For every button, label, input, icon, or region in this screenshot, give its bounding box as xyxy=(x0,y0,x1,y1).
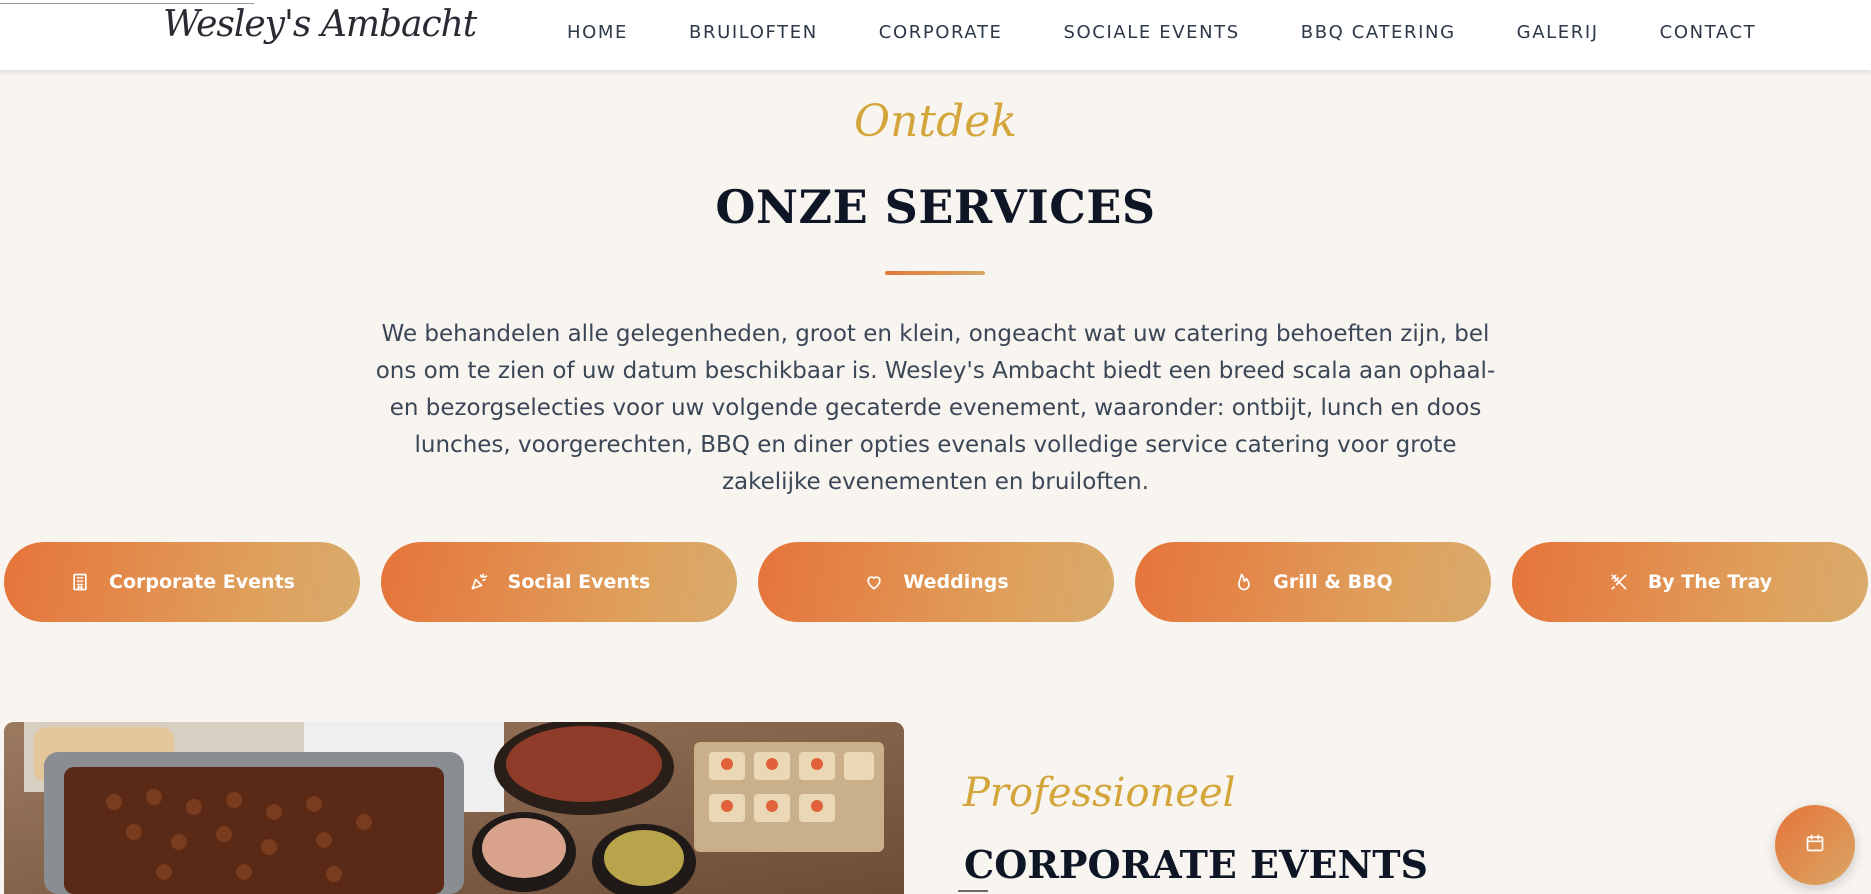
catering-photo xyxy=(4,722,904,894)
nav-item-galerij[interactable]: GALERIJ xyxy=(1517,22,1599,43)
flame-icon xyxy=(1233,571,1255,593)
site-logo[interactable]: Wesley's Ambacht xyxy=(163,4,477,45)
main-nav: HOME BRUILOFTEN CORPORATE SOCIALE EVENTS… xyxy=(567,0,1756,64)
nav-item-corporate[interactable]: CORPORATE xyxy=(879,22,1003,43)
pill-label: Corporate Events xyxy=(109,571,295,593)
corporate-eyebrow: Professioneel xyxy=(963,770,1236,816)
pill-grill-bbq[interactable]: Grill & BBQ xyxy=(1135,542,1491,622)
pill-label: Social Events xyxy=(507,571,651,593)
utensils-crossed-icon xyxy=(1608,571,1630,593)
pill-by-the-tray[interactable]: By The Tray xyxy=(1512,542,1868,622)
nav-item-bruiloften[interactable]: BRUILOFTEN xyxy=(689,22,818,43)
site-header: Wesley's Ambacht HOME BRUILOFTEN CORPORA… xyxy=(0,0,1871,70)
pill-label: By The Tray xyxy=(1647,571,1773,593)
heart-icon xyxy=(863,571,885,593)
services-intro: We behandelen alle gelegenheden, groot e… xyxy=(375,321,1496,495)
corporate-title: CORPORATE EVENTS xyxy=(964,842,1428,887)
calendar-icon xyxy=(1805,833,1825,857)
pill-corporate-events[interactable]: Corporate Events xyxy=(4,542,360,622)
party-popper-icon xyxy=(468,571,490,593)
nav-item-bbq-catering[interactable]: BBQ CATERING xyxy=(1301,22,1456,43)
pill-label: Grill & BBQ xyxy=(1273,571,1393,593)
services-eyebrow: Ontdek xyxy=(854,96,1017,147)
corporate-divider xyxy=(958,890,988,892)
services-title: ONZE SERVICES xyxy=(715,180,1156,234)
nav-item-sociale-events[interactable]: SOCIALE EVENTS xyxy=(1064,22,1240,43)
building-icon xyxy=(69,571,91,593)
service-pills: Corporate Events Social Events Weddings … xyxy=(4,542,1868,622)
title-divider xyxy=(885,271,985,275)
pill-label: Weddings xyxy=(903,571,1009,593)
nav-item-contact[interactable]: CONTACT xyxy=(1660,22,1757,43)
pill-social-events[interactable]: Social Events xyxy=(381,542,737,622)
booking-calendar-button[interactable] xyxy=(1775,805,1855,885)
pill-weddings[interactable]: Weddings xyxy=(758,542,1114,622)
nav-item-home[interactable]: HOME xyxy=(567,22,628,43)
